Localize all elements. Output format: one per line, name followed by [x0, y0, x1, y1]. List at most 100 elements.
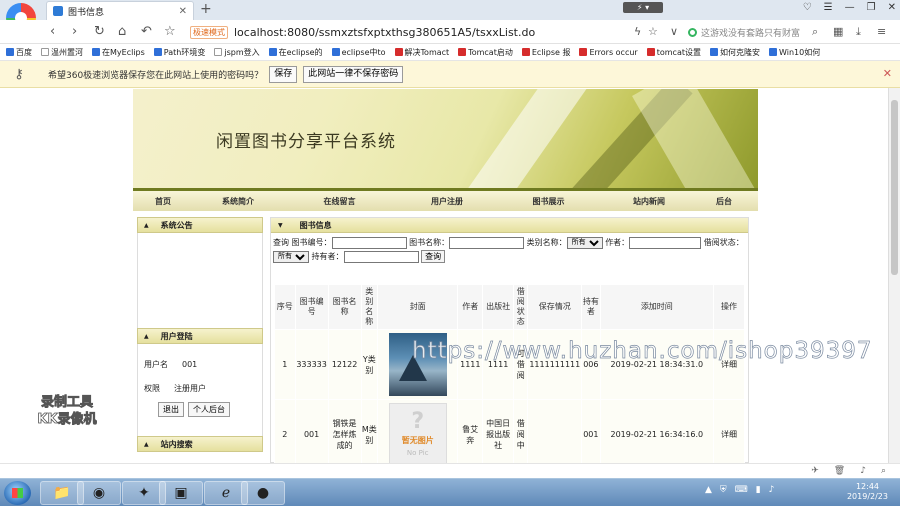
bookmark-item[interactable]: 如何克隆安	[709, 47, 760, 58]
nav-register[interactable]: 用户注册	[396, 196, 498, 207]
bookmark-item[interactable]: Tomcat启动	[458, 47, 513, 58]
nav-message[interactable]: 在线留言	[283, 196, 396, 207]
minimize-icon[interactable]: —	[845, 2, 855, 13]
tray-arrow-icon[interactable]: ▲	[705, 485, 712, 495]
collapse-triangle-icon[interactable]: ▼	[278, 222, 283, 229]
search-box[interactable]: 这游戏没有套路只有财富	[688, 24, 828, 40]
scrollbar-thumb[interactable]	[891, 100, 898, 275]
logout-button[interactable]: 退出	[158, 402, 184, 417]
vertical-scrollbar[interactable]	[888, 88, 900, 463]
csdn-icon	[579, 48, 588, 56]
menu-icon[interactable]: ☰	[824, 2, 833, 13]
start-button[interactable]	[4, 481, 31, 505]
accelerate-icon[interactable]: ✈	[811, 466, 819, 476]
personal-center-button[interactable]: 个人后台	[188, 402, 230, 417]
nav-books[interactable]: 图书展示	[498, 196, 599, 207]
site-title: 闲置图书分享平台系统	[216, 132, 396, 152]
home-icon[interactable]: ⌂	[118, 24, 126, 39]
save-password-button[interactable]: 保存	[269, 65, 298, 83]
mode-badge[interactable]: 极速模式	[190, 25, 228, 39]
nav-admin[interactable]: 后台	[699, 196, 749, 207]
skin-icon[interactable]: ♡	[803, 2, 812, 13]
system-tray: ▲ ⛨ ⌨ ▮ ♪	[705, 485, 774, 495]
forward-icon[interactable]: ›	[72, 24, 77, 39]
network-icon[interactable]: ▮	[756, 485, 761, 495]
query-button[interactable]: 查询	[421, 250, 446, 263]
panel-header: ▼ 图书信息	[271, 218, 748, 233]
keyboard-icon[interactable]: ⌨	[735, 485, 748, 495]
status-select[interactable]: 所有	[273, 250, 309, 263]
more-menu-icon[interactable]: ≡	[877, 25, 886, 38]
trash-icon[interactable]: 🗑	[834, 466, 845, 476]
url-input[interactable]: 极速模式 localhost:8080/ssmxztsfxptxthsg3806…	[190, 23, 660, 41]
book-number-input[interactable]	[331, 236, 407, 249]
bookmark-item[interactable]: 在MyEclips	[92, 47, 145, 58]
paw-icon	[268, 48, 277, 56]
triangle-icon: ▲	[144, 332, 149, 340]
detail-link[interactable]: 详细	[713, 399, 745, 463]
col-header: 保存情况	[527, 284, 583, 330]
bookmark-item[interactable]: 解决Tomact	[394, 47, 449, 58]
volume-icon[interactable]: ♪	[769, 485, 775, 495]
game-icon[interactable]: ▣	[159, 481, 203, 505]
csdn-icon	[394, 48, 403, 56]
zoom-icon[interactable]: ⌕	[881, 466, 886, 476]
flash-icon[interactable]: ⚡ ▾	[623, 2, 663, 13]
nav-intro[interactable]: 系统简介	[193, 196, 283, 207]
site-banner: 闲置图书分享平台系统	[133, 89, 758, 188]
search-placeholder[interactable]: 这游戏没有套路只有财富	[701, 26, 800, 39]
reload-icon[interactable]: ↻	[94, 24, 105, 39]
paw-icon	[768, 48, 777, 56]
paw-icon	[331, 48, 340, 56]
never-save-button[interactable]: 此网站一律不保存密码	[303, 65, 404, 83]
role-row: 权限 注册用户	[138, 376, 262, 400]
back-icon[interactable]: ‹	[50, 24, 55, 39]
bookmark-item[interactable]: 在eclipse的	[268, 47, 323, 58]
page-icon	[214, 48, 223, 56]
sound-icon[interactable]: ♪	[860, 466, 866, 476]
role-value: 注册用户	[174, 383, 206, 393]
address-bar: ‹ › ↻ ⌂ ↶ ☆ 极速模式 localhost:8080/ssmxztsf…	[0, 20, 900, 44]
holder-input[interactable]	[343, 250, 419, 263]
bookmark-item[interactable]: jspm登入	[214, 47, 260, 58]
username-row: 用户名 001	[138, 352, 262, 376]
browser-360-icon[interactable]: ◉	[77, 481, 121, 505]
new-tab-icon[interactable]: +	[200, 1, 212, 17]
dropdown-icon[interactable]: ∨	[670, 25, 678, 38]
query-form: 查询 图书编号： 图书名称： 类别名称： 所有 作者： 借阅状态： 所有 持有者： …	[271, 233, 748, 264]
close-bar-icon[interactable]: ✕	[883, 67, 892, 80]
page-viewport: 闲置图书分享平台系统 首页 系统简介 在线留言 用户注册 图书展示 站内新闻 后…	[0, 88, 900, 463]
bookmark-item[interactable]: Errors occur	[579, 48, 638, 57]
download-icon[interactable]: ⤓	[856, 25, 861, 39]
close-window-icon[interactable]: ✕	[888, 2, 896, 13]
bookmark-item[interactable]: Eclipse 报	[521, 47, 570, 58]
shield-icon[interactable]: ⛨	[720, 485, 727, 495]
sidebar: ▲ 系统公告 ▲ 用户登陆 用户名 001 权限 注册用户 退出 个人后台 ▲ …	[137, 217, 263, 463]
nav-news[interactable]: 站内新闻	[599, 196, 699, 207]
nav-home[interactable]: 首页	[133, 196, 193, 207]
lightning-icon[interactable]: ϟ	[634, 25, 641, 38]
bookmark-item[interactable]: Win10如何	[768, 47, 820, 58]
search-icon[interactable]: ⌕	[812, 25, 818, 39]
url-text[interactable]: localhost:8080/ssmxztsfxptxthsg380651A5/…	[234, 26, 535, 39]
book-name-input[interactable]	[449, 236, 525, 249]
bookmark-item[interactable]: Path环境变	[153, 47, 205, 58]
category-select[interactable]: 所有	[566, 236, 603, 249]
undo-close-icon[interactable]: ↶	[141, 24, 152, 39]
maximize-icon[interactable]: ❐	[867, 2, 876, 13]
browser-status-bar: ✈ 🗑 ♪ ⌕	[0, 463, 900, 478]
col-header: 类别名称	[360, 284, 379, 330]
bookmark-star-icon[interactable]: ☆	[648, 25, 658, 38]
favorite-star-icon[interactable]: ☆	[164, 24, 176, 39]
bookmark-item[interactable]: 百度	[6, 47, 32, 58]
apps-grid-icon[interactable]: ▦	[833, 25, 843, 38]
browser-tab[interactable]: 图书信息 ✕	[46, 1, 194, 20]
recorder-app-icon[interactable]: ●	[241, 481, 285, 505]
no-pic-placeholder[interactable]: ? 暂无图片 No Pic	[388, 403, 447, 463]
author-input[interactable]	[629, 236, 702, 249]
bookmark-item[interactable]: 温州置河	[41, 47, 83, 58]
system-clock[interactable]: 12:44 2019/2/23	[847, 482, 888, 502]
bookmark-item[interactable]: eclipse中to	[331, 47, 386, 58]
bookmark-item[interactable]: tomcat设置	[646, 47, 701, 58]
tab-close-icon[interactable]: ✕	[179, 6, 187, 17]
